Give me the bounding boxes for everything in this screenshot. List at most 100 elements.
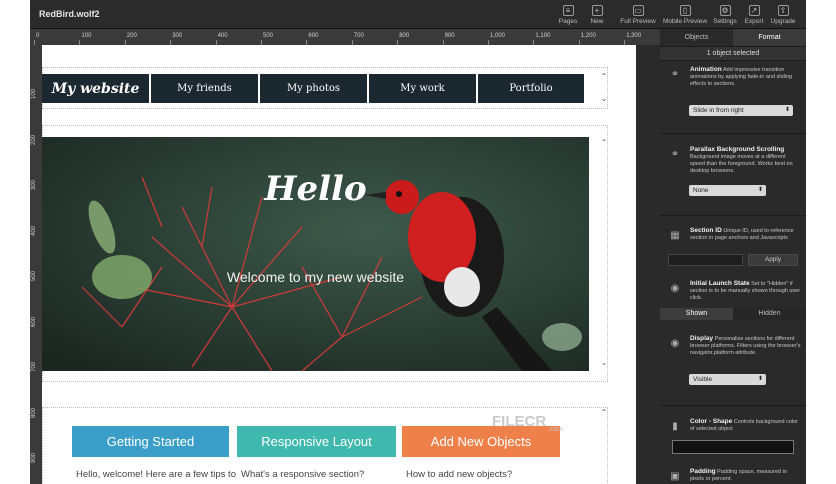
launch-state-toggle[interactable]: Shown Hidden [660, 308, 806, 320]
right-margin [806, 0, 836, 484]
tab-format[interactable]: Format [733, 29, 806, 46]
ruler-tick-label: 1,000 [490, 33, 506, 39]
watermark-text: FILECR [492, 413, 547, 430]
launch-state-property: ◉ Initial Launch State Set to "Hidden" i… [666, 280, 802, 302]
inspector-tabs: Objects Format [660, 29, 806, 47]
hidden-option[interactable]: Hidden [733, 308, 806, 320]
app-title: RedBird.wolf2 [39, 9, 100, 19]
add-new-objects-button[interactable]: Add New Objects [402, 426, 560, 457]
hero-down-icon[interactable]: ⌄ [599, 358, 609, 368]
pages-icon: ≡ [562, 5, 574, 16]
ruler-tick-label: 100 [81, 33, 92, 39]
left-margin [0, 0, 30, 484]
ruler-tick-label: 500 [31, 270, 37, 281]
launch-state-title: Initial Launch State [690, 280, 750, 287]
apply-button[interactable]: Apply [748, 254, 798, 266]
padding-icon: ▣ [670, 471, 680, 482]
nav-bar: My website My friends My photos My work … [42, 74, 586, 103]
responsive-layout-button[interactable]: Responsive Layout [237, 426, 396, 457]
ruler-tick-label: 900 [444, 33, 455, 39]
panel-divider [660, 215, 806, 216]
section-down-icon[interactable]: ⌄ [599, 94, 609, 104]
column-1-text[interactable]: Hello, welcome! Here are a few tips to [76, 469, 236, 480]
eye-icon: ◉ [670, 338, 680, 349]
animation-property: ⚭ Animation Add impressive transition an… [666, 66, 802, 88]
inspector-panel: Objects Format 1 object selected ⚭ Anima… [660, 29, 806, 484]
ruler-tick-label: 200 [31, 134, 37, 145]
vertical-ruler: 100 200 300 400 500 600 700 800 900 [30, 45, 42, 484]
padding-property: ▣ Padding Padding space, measured in pix… [666, 468, 802, 483]
panel-divider [660, 405, 806, 406]
title-bar: RedBird.wolf2 ≡ Pages + New ▭ Full Preview ▯ Mo… [30, 0, 806, 29]
display-select[interactable]: Visible [689, 374, 766, 385]
mobile-icon: ▯ [679, 5, 691, 16]
ruler-tick-label: 300 [31, 179, 37, 190]
content-up-icon[interactable]: ⌃ [599, 408, 609, 418]
ruler-tick-label: 400 [217, 33, 228, 39]
plus-icon: + [591, 5, 603, 16]
parallax-property: ⚭ Parallax Background Scrolling Backgrou… [666, 146, 802, 175]
ruler-tick-label: 800 [399, 33, 410, 39]
column-2-text[interactable]: What's a responsive section? [241, 469, 364, 480]
hero-title[interactable]: Hello [42, 169, 589, 209]
new-button[interactable]: + New [574, 5, 620, 25]
ruler-tick-label: 300 [172, 33, 183, 39]
shown-option[interactable]: Shown [660, 308, 733, 320]
watermark-sub: .com [548, 426, 564, 433]
nav-brand[interactable]: My website [42, 74, 149, 103]
export-icon: ↗ [748, 5, 760, 16]
section-up-icon[interactable]: ⌃ [599, 72, 609, 82]
display-property: ◉ Display Personalize sections for diffe… [666, 335, 802, 357]
tab-objects[interactable]: Objects [660, 29, 733, 46]
color-shape-title: Color - Shape [690, 418, 733, 425]
padding-title: Padding [690, 468, 716, 475]
ruler-tick-label: 400 [31, 225, 37, 236]
horizontal-ruler: 0 100 200 300 400 500 600 700 800 900 1,000 1,100 1,… [30, 29, 660, 45]
toolbar-label: Upgrade [770, 18, 796, 25]
display-title: Display [690, 335, 714, 342]
ruler-tick-label: 800 [31, 407, 37, 418]
eye-icon: ◉ [670, 283, 680, 294]
upgrade-button[interactable]: ⇧ Upgrade [760, 5, 806, 25]
table-icon: ▦ [670, 230, 680, 241]
section-id-title: Section ID [690, 227, 722, 234]
link-icon: ⚭ [670, 69, 680, 80]
ruler-tick-label: 600 [31, 316, 37, 327]
link-icon: ⚭ [670, 149, 680, 160]
parallax-select[interactable]: None [689, 185, 766, 196]
hero-up-icon[interactable]: ⌃ [599, 138, 609, 148]
paint-roller-icon: ▮ [672, 421, 678, 432]
animation-title: Animation [690, 66, 722, 73]
watermark: FILECR .com [492, 413, 563, 433]
column-3-text[interactable]: How to add new objects? [406, 469, 512, 480]
ruler-tick-label: 100 [31, 88, 37, 99]
ruler-tick-label: 1,100 [535, 33, 551, 39]
section-id-property: ▦ Section ID Unique ID, used to referenc… [666, 227, 802, 242]
ruler-tick-label: 1,300 [626, 33, 642, 39]
panel-divider [660, 133, 806, 134]
nav-item-portfolio[interactable]: Portfolio [478, 74, 584, 103]
full-preview-button[interactable]: ▭ Full Preview [615, 5, 661, 25]
page-canvas[interactable]: ⌃ ⌄ My website My friends My photos My w… [42, 45, 636, 484]
toolbar-label: Full Preview [620, 18, 656, 25]
ruler-tick-label: 600 [308, 33, 319, 39]
ruler-tick-label: 1,200 [580, 33, 596, 39]
ruler-tick-label: 500 [263, 33, 274, 39]
animation-select[interactable]: Slide in from right [689, 105, 793, 116]
nav-item-friends[interactable]: My friends [151, 74, 258, 103]
section-id-input[interactable] [668, 254, 743, 266]
parallax-title: Parallax Background Scrolling [690, 146, 785, 153]
ruler-tick-label: 700 [353, 33, 364, 39]
gear-icon: ⚙ [719, 5, 731, 16]
monitor-icon: ▭ [632, 5, 644, 16]
ruler-tick-label: 0 [36, 33, 40, 39]
hero-section[interactable]: Hello Welcome to my new website [42, 137, 589, 371]
color-shape-property: ▮ Color - Shape Controls background colo… [666, 418, 802, 433]
color-swatch[interactable] [672, 440, 794, 454]
getting-started-button[interactable]: Getting Started [72, 426, 229, 457]
nav-item-photos[interactable]: My photos [260, 74, 367, 103]
nav-item-work[interactable]: My work [369, 74, 476, 103]
ruler-tick-label: 900 [31, 452, 37, 463]
ruler-tick-label: 700 [31, 361, 37, 372]
hero-subtitle[interactable]: Welcome to my new website [42, 269, 589, 285]
